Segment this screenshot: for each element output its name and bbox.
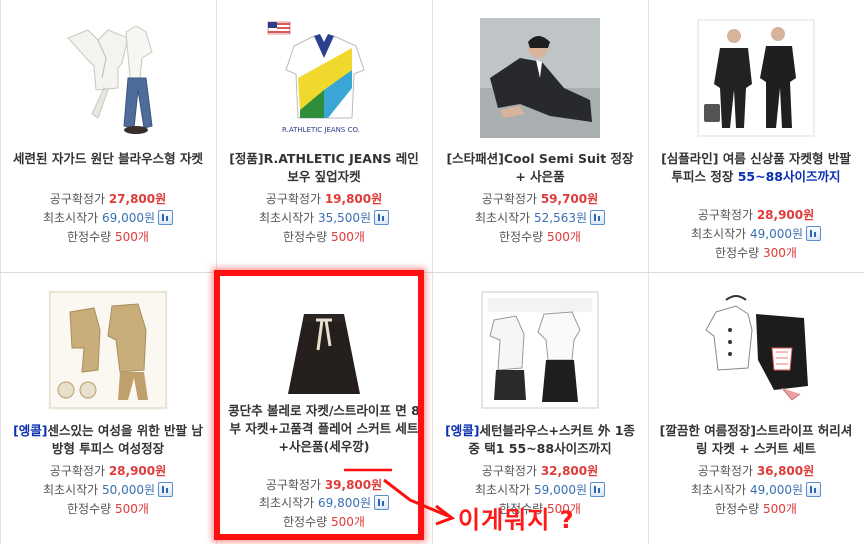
product-title[interactable]: 세련된 자가드 원단 블라우스형 자켓 [8,150,208,168]
limit-qty-row: 한정수량 500개 [283,230,365,244]
blog-icon[interactable] [590,210,606,225]
blog-icon[interactable] [158,482,174,497]
group-price: 36,800원 [756,464,815,478]
annotation-text: 이게뭐지 ? [458,506,575,534]
product-thumbnail[interactable] [480,290,600,410]
start-price-row: 최초시작가 35,500원 [216,209,432,227]
product-thumbnail[interactable] [696,18,816,138]
product-thumbnail[interactable] [480,18,600,138]
blog-icon[interactable] [158,210,174,225]
product-thumbnail[interactable]: R.ATHLETIC JEANS CO. [264,18,384,138]
start-price: 69,000원 [102,211,156,225]
group-price-row: 공구확정가 36,800원 [697,464,815,478]
blog-icon[interactable] [806,226,822,241]
product-thumbnail[interactable] [48,18,168,138]
product-title[interactable]: [스타패션]Cool Semi Suit 정장 + 사은품 [440,150,640,186]
group-price: 59,700원 [540,192,599,206]
group-price-row: 공구확정가 28,900원 [49,464,167,478]
start-price: 49,000원 [750,227,804,241]
start-price-row: 최초시작가 50,000원 [0,481,216,499]
group-price-row: 공구확정가 19,800원 [265,192,383,206]
group-price-row: 공구확정가 59,700원 [481,192,599,206]
limit-qty-row: 한정수량 500개 [67,230,149,244]
limit-qty: 500개 [763,502,797,516]
start-price: 52,563원 [534,211,588,225]
limit-qty: 500개 [115,502,149,516]
product-title[interactable]: [정품]R.ATHLETIC JEANS 레인보우 짚업자켓 [224,150,424,186]
svg-text:R.ATHLETIC JEANS CO.: R.ATHLETIC JEANS CO. [282,126,360,134]
group-price: 19,800원 [324,192,383,206]
start-price-row: 최초시작가 59,000원 [432,481,648,499]
start-price-row: 최초시작가 49,000원 [648,481,864,499]
product-title[interactable]: [엥콜]센스있는 여성을 위한 반팔 남방형 투피스 여성정장 [8,422,208,458]
limit-qty: 500개 [115,230,149,244]
start-price: 59,000원 [534,483,588,497]
group-price: 28,900원 [756,208,815,222]
product-card[interactable]: [심플라인] 여름 신상품 자켓형 반팔 투피스 정장 55~88사이즈까지 공… [648,0,864,272]
start-price: 35,500원 [318,211,372,225]
start-price-row: 최초시작가 69,000원 [0,209,216,227]
product-card[interactable]: R.ATHLETIC JEANS CO. [정품]R.ATHLETIC JEAN… [216,0,432,272]
product-card[interactable]: 세련된 자가드 원단 블라우스형 자켓 공구확정가 27,800원 최초시작가 … [0,0,216,272]
highlight-box [214,270,424,540]
group-price: 32,800원 [540,464,599,478]
limit-qty-row: 한정수량 500개 [67,502,149,516]
group-price: 27,800원 [108,192,167,206]
group-price: 28,900원 [108,464,167,478]
limit-qty-row: 한정수량 300개 [715,246,797,260]
blog-icon[interactable] [806,482,822,497]
limit-qty-row: 한정수량 500개 [499,230,581,244]
product-thumbnail[interactable] [48,290,168,410]
product-card[interactable]: [엥콜]센스있는 여성을 위한 반팔 남방형 투피스 여성정장 공구확정가 28… [0,272,216,544]
limit-qty: 500개 [331,230,365,244]
blog-icon[interactable] [374,210,390,225]
start-price: 50,000원 [102,483,156,497]
product-title[interactable]: [엥콜]세턴블라우스+스커트 外 1종 중 택1 55~88사이즈까지 [440,422,640,458]
group-price-row: 공구확정가 28,900원 [697,208,815,222]
product-card[interactable]: [깔끔한 여름정장]스트라이프 허리셔링 자켓 + 스커트 세트 공구확정가 3… [648,272,864,544]
start-price-row: 최초시작가 49,000원 [648,225,864,243]
product-title[interactable]: [깔끔한 여름정장]스트라이프 허리셔링 자켓 + 스커트 세트 [656,422,856,458]
limit-qty: 300개 [763,246,797,260]
start-price: 49,000원 [750,483,804,497]
product-thumbnail[interactable] [696,290,816,410]
start-price-row: 최초시작가 52,563원 [432,209,648,227]
group-price-row: 공구확정가 32,800원 [481,464,599,478]
product-title[interactable]: [심플라인] 여름 신상품 자켓형 반팔 투피스 정장 55~88사이즈까지 [656,150,856,186]
limit-qty-row: 한정수량 500개 [715,502,797,516]
group-price-row: 공구확정가 27,800원 [49,192,167,206]
product-card[interactable]: [스타패션]Cool Semi Suit 정장 + 사은품 공구확정가 59,7… [432,0,648,272]
blog-icon[interactable] [590,482,606,497]
limit-qty: 500개 [547,230,581,244]
